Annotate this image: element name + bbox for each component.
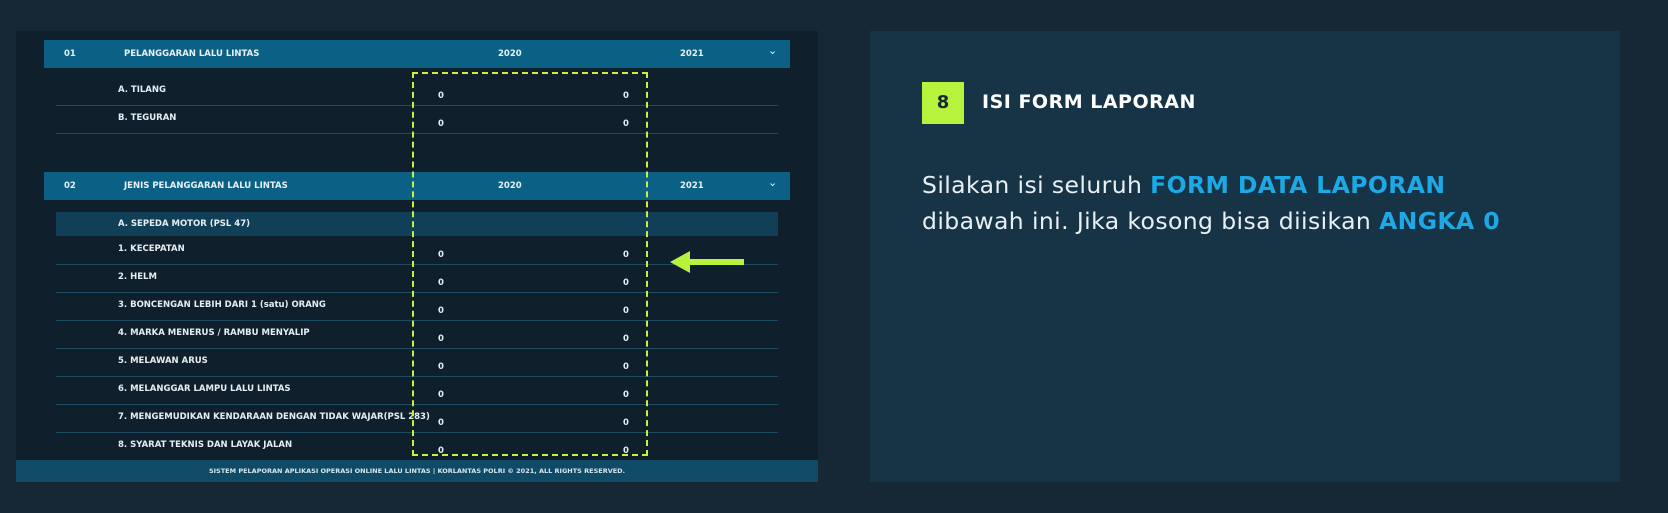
row-label: 6. MELANGGAR LAMPU LALU LINTAS [118, 384, 291, 394]
instruction-text-part: dibawah ini. Jika kosong bisa diisikan [922, 207, 1380, 235]
section-title: JENIS PELANGGARAN LALU LINTAS [124, 181, 288, 191]
column-year-2021: 2021 [680, 49, 704, 59]
chevron-down-icon[interactable]: ⌄ [768, 176, 777, 189]
row-label: 3. BONCENGAN LEBIH DARI 1 (satu) ORANG [118, 300, 326, 310]
row-label: 7. MENGEMUDIKAN KENDARAAN DENGAN TIDAK W… [118, 412, 430, 422]
column-year-2021: 2021 [680, 181, 704, 191]
instruction-highlight: ANGKA 0 [1379, 207, 1500, 235]
instruction-text-part: Silakan isi seluruh [922, 171, 1151, 199]
instruction-panel: 8 ISI FORM LAPORAN Silakan isi seluruh F… [870, 31, 1620, 482]
row-label: 5. MELAWAN ARUS [118, 356, 208, 366]
instruction-text: Silakan isi seluruh FORM DATA LAPORAN di… [922, 167, 1602, 239]
row-label: 1. KECEPATAN [118, 244, 185, 254]
row-label: 4. MARKA MENERUS / RAMBU MENYALIP [118, 328, 310, 338]
row-label: B. TEGURAN [118, 113, 177, 123]
step-title: ISI FORM LAPORAN [982, 91, 1196, 113]
section-header-01[interactable]: 01 PELANGGARAN LALU LINTAS 2020 2021 ⌄ [44, 40, 790, 68]
row-label: A. TILANG [118, 85, 166, 95]
footer-text: SISTEM PELAPORAN APLIKASI OPERASI ONLINE… [16, 460, 818, 482]
chevron-down-icon[interactable]: ⌄ [768, 44, 777, 57]
section-number: 02 [64, 181, 76, 191]
section-title: PELANGGARAN LALU LINTAS [124, 49, 260, 59]
section-number: 01 [64, 49, 76, 59]
column-year-2020: 2020 [498, 49, 522, 59]
form-screenshot: 01 PELANGGARAN LALU LINTAS 2020 2021 ⌄ A… [16, 31, 818, 482]
row-label: 2. HELM [118, 272, 157, 282]
arrow-left-icon [670, 251, 744, 273]
instruction-highlight: FORM DATA LAPORAN [1150, 171, 1446, 199]
highlight-box [412, 72, 648, 456]
row-label: 8. SYARAT TEKNIS DAN LAYAK JALAN [118, 440, 293, 450]
subsection-title: A. SEPEDA MOTOR (PSL 47) [118, 219, 251, 229]
step-number-badge: 8 [922, 82, 964, 124]
